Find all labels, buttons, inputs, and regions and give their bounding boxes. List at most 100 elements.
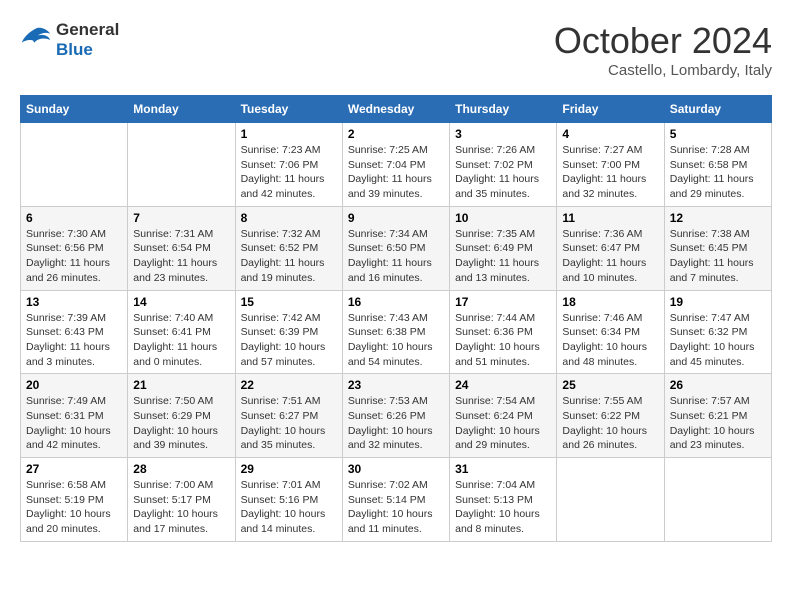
calendar-week-row: 13 Sunrise: 7:39 AM Sunset: 6:43 PM Dayli… [21, 290, 772, 374]
day-number: 27 [26, 462, 122, 476]
calendar-cell: 10 Sunrise: 7:35 AM Sunset: 6:49 PM Dayli… [450, 206, 557, 290]
day-info: Sunrise: 6:58 AM Sunset: 5:19 PM Dayligh… [26, 478, 122, 537]
day-of-week-header: Saturday [664, 96, 771, 123]
calendar-cell: 4 Sunrise: 7:27 AM Sunset: 7:00 PM Daylig… [557, 123, 664, 207]
day-info: Sunrise: 7:31 AM Sunset: 6:54 PM Dayligh… [133, 227, 229, 286]
day-number: 25 [562, 378, 658, 392]
day-info: Sunrise: 7:36 AM Sunset: 6:47 PM Dayligh… [562, 227, 658, 286]
calendar-cell: 26 Sunrise: 7:57 AM Sunset: 6:21 PM Dayli… [664, 374, 771, 458]
day-info: Sunrise: 7:27 AM Sunset: 7:00 PM Dayligh… [562, 143, 658, 202]
calendar-week-row: 1Sunrise: 7:23 AM Sunset: 7:06 PM Daylig… [21, 123, 772, 207]
day-number: 18 [562, 295, 658, 309]
day-info: Sunrise: 7:46 AM Sunset: 6:34 PM Dayligh… [562, 311, 658, 370]
calendar-cell: 19 Sunrise: 7:47 AM Sunset: 6:32 PM Dayli… [664, 290, 771, 374]
day-info: Sunrise: 7:47 AM Sunset: 6:32 PM Dayligh… [670, 311, 766, 370]
location: Castello, Lombardy, Italy [554, 62, 772, 79]
day-number: 22 [241, 378, 337, 392]
day-info: Sunrise: 7:51 AM Sunset: 6:27 PM Dayligh… [241, 394, 337, 453]
header-row: SundayMondayTuesdayWednesdayThursdayFrid… [21, 96, 772, 123]
calendar-cell: 21Sunrise: 7:50 AM Sunset: 6:29 PM Dayli… [128, 374, 235, 458]
day-info: Sunrise: 7:39 AM Sunset: 6:43 PM Dayligh… [26, 311, 122, 370]
day-of-week-header: Sunday [21, 96, 128, 123]
title-block: October 2024 Castello, Lombardy, Italy [554, 20, 772, 79]
day-number: 11 [562, 211, 658, 225]
calendar-week-row: 6Sunrise: 7:30 AM Sunset: 6:56 PM Daylig… [21, 206, 772, 290]
day-number: 21 [133, 378, 229, 392]
day-number: 29 [241, 462, 337, 476]
day-number: 8 [241, 211, 337, 225]
day-info: Sunrise: 7:42 AM Sunset: 6:39 PM Dayligh… [241, 311, 337, 370]
day-of-week-header: Tuesday [235, 96, 342, 123]
calendar-cell: 25 Sunrise: 7:55 AM Sunset: 6:22 PM Dayli… [557, 374, 664, 458]
calendar-cell: 12Sunrise: 7:38 AM Sunset: 6:45 PM Dayli… [664, 206, 771, 290]
day-number: 3 [455, 127, 551, 141]
day-info: Sunrise: 7:53 AM Sunset: 6:26 PM Dayligh… [348, 394, 444, 453]
calendar-cell: 3 Sunrise: 7:26 AM Sunset: 7:02 PM Daylig… [450, 123, 557, 207]
day-info: Sunrise: 7:54 AM Sunset: 6:24 PM Dayligh… [455, 394, 551, 453]
day-info: Sunrise: 7:04 AM Sunset: 5:13 PM Dayligh… [455, 478, 551, 537]
calendar-cell [21, 123, 128, 207]
day-number: 4 [562, 127, 658, 141]
day-number: 10 [455, 211, 551, 225]
calendar-cell: 30Sunrise: 7:02 AM Sunset: 5:14 PM Dayli… [342, 458, 449, 542]
day-number: 14 [133, 295, 229, 309]
day-number: 7 [133, 211, 229, 225]
day-of-week-header: Wednesday [342, 96, 449, 123]
calendar-cell: 2 Sunrise: 7:25 AM Sunset: 7:04 PM Daylig… [342, 123, 449, 207]
calendar-cell [664, 458, 771, 542]
day-info: Sunrise: 7:32 AM Sunset: 6:52 PM Dayligh… [241, 227, 337, 286]
day-info: Sunrise: 7:35 AM Sunset: 6:49 PM Dayligh… [455, 227, 551, 286]
calendar-cell: 14 Sunrise: 7:40 AM Sunset: 6:41 PM Dayli… [128, 290, 235, 374]
day-number: 6 [26, 211, 122, 225]
day-info: Sunrise: 7:02 AM Sunset: 5:14 PM Dayligh… [348, 478, 444, 537]
day-number: 12 [670, 211, 766, 225]
calendar-week-row: 27 Sunrise: 6:58 AM Sunset: 5:19 PM Dayli… [21, 458, 772, 542]
calendar-cell: 16Sunrise: 7:43 AM Sunset: 6:38 PM Dayli… [342, 290, 449, 374]
day-number: 19 [670, 295, 766, 309]
calendar-cell: 20 Sunrise: 7:49 AM Sunset: 6:31 PM Dayli… [21, 374, 128, 458]
day-info: Sunrise: 7:00 AM Sunset: 5:17 PM Dayligh… [133, 478, 229, 537]
day-info: Sunrise: 7:01 AM Sunset: 5:16 PM Dayligh… [241, 478, 337, 537]
calendar-cell: 7 Sunrise: 7:31 AM Sunset: 6:54 PM Daylig… [128, 206, 235, 290]
calendar-table: SundayMondayTuesdayWednesdayThursdayFrid… [20, 95, 772, 542]
calendar-cell: 6Sunrise: 7:30 AM Sunset: 6:56 PM Daylig… [21, 206, 128, 290]
day-number: 26 [670, 378, 766, 392]
calendar-cell: 17 Sunrise: 7:44 AM Sunset: 6:36 PM Dayli… [450, 290, 557, 374]
calendar-cell: 22 Sunrise: 7:51 AM Sunset: 6:27 PM Dayli… [235, 374, 342, 458]
day-info: Sunrise: 7:40 AM Sunset: 6:41 PM Dayligh… [133, 311, 229, 370]
calendar-cell: 15Sunrise: 7:42 AM Sunset: 6:39 PM Dayli… [235, 290, 342, 374]
day-number: 28 [133, 462, 229, 476]
day-info: Sunrise: 7:26 AM Sunset: 7:02 PM Dayligh… [455, 143, 551, 202]
day-number: 9 [348, 211, 444, 225]
day-number: 23 [348, 378, 444, 392]
day-number: 20 [26, 378, 122, 392]
day-info: Sunrise: 7:49 AM Sunset: 6:31 PM Dayligh… [26, 394, 122, 453]
calendar-cell: 27 Sunrise: 6:58 AM Sunset: 5:19 PM Dayli… [21, 458, 128, 542]
logo: General Blue [20, 20, 119, 61]
day-number: 16 [348, 295, 444, 309]
day-of-week-header: Monday [128, 96, 235, 123]
day-info: Sunrise: 7:44 AM Sunset: 6:36 PM Dayligh… [455, 311, 551, 370]
day-number: 1 [241, 127, 337, 141]
calendar-cell: 18 Sunrise: 7:46 AM Sunset: 6:34 PM Dayli… [557, 290, 664, 374]
calendar-cell: 23 Sunrise: 7:53 AM Sunset: 6:26 PM Dayli… [342, 374, 449, 458]
day-info: Sunrise: 7:34 AM Sunset: 6:50 PM Dayligh… [348, 227, 444, 286]
day-number: 2 [348, 127, 444, 141]
day-info: Sunrise: 7:57 AM Sunset: 6:21 PM Dayligh… [670, 394, 766, 453]
day-number: 17 [455, 295, 551, 309]
day-number: 13 [26, 295, 122, 309]
calendar-cell: 11 Sunrise: 7:36 AM Sunset: 6:47 PM Dayli… [557, 206, 664, 290]
page-header: General Blue October 2024 Castello, Lomb… [20, 20, 772, 79]
day-number: 5 [670, 127, 766, 141]
day-info: Sunrise: 7:25 AM Sunset: 7:04 PM Dayligh… [348, 143, 444, 202]
calendar-cell: 8 Sunrise: 7:32 AM Sunset: 6:52 PM Daylig… [235, 206, 342, 290]
calendar-cell: 13 Sunrise: 7:39 AM Sunset: 6:43 PM Dayli… [21, 290, 128, 374]
day-info: Sunrise: 7:55 AM Sunset: 6:22 PM Dayligh… [562, 394, 658, 453]
calendar-cell: 1Sunrise: 7:23 AM Sunset: 7:06 PM Daylig… [235, 123, 342, 207]
day-of-week-header: Thursday [450, 96, 557, 123]
calendar-cell: 9 Sunrise: 7:34 AM Sunset: 6:50 PM Daylig… [342, 206, 449, 290]
logo-bird-icon [20, 26, 52, 54]
calendar-week-row: 20 Sunrise: 7:49 AM Sunset: 6:31 PM Dayli… [21, 374, 772, 458]
calendar-cell [128, 123, 235, 207]
calendar-cell: 31Sunrise: 7:04 AM Sunset: 5:13 PM Dayli… [450, 458, 557, 542]
